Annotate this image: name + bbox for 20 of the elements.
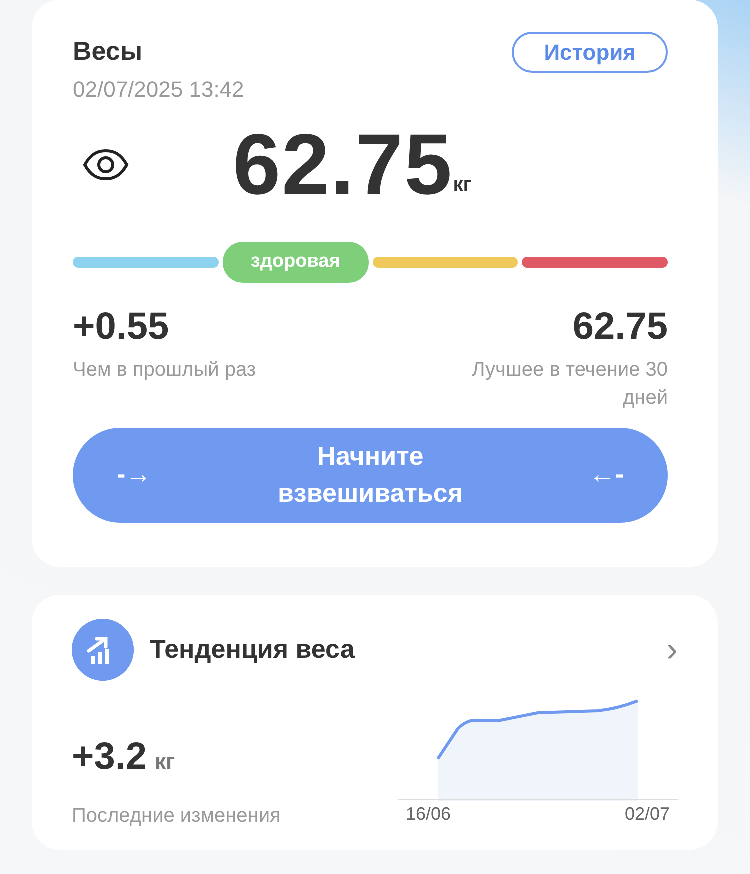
change-caption: Чем в прошлый раз bbox=[73, 358, 256, 382]
trend-value: +3.2 bbox=[72, 734, 148, 780]
weight-value: 62.75 bbox=[233, 122, 454, 208]
history-button[interactable]: История bbox=[512, 32, 668, 73]
weight-unit: кг bbox=[453, 173, 472, 198]
best-value: 62.75 bbox=[572, 304, 668, 350]
trend-caption: Последние изменения bbox=[72, 804, 281, 829]
card-title: Весы bbox=[73, 35, 143, 68]
datetime: 02/07/2025 13:42 bbox=[73, 76, 246, 104]
trend-icon bbox=[72, 618, 134, 681]
eye-icon[interactable] bbox=[83, 149, 129, 181]
best-caption: Лучшее в течение 30 дней bbox=[471, 358, 668, 410]
x-axis-label: 16/06 bbox=[406, 802, 452, 826]
x-axis-label: 02/07 bbox=[624, 802, 670, 826]
range-label: здоровая bbox=[222, 242, 368, 282]
chevron-icon[interactable]: › bbox=[666, 632, 678, 667]
trend-unit: кг bbox=[155, 748, 176, 776]
start-weighing-button[interactable]: -→ Начните взвешиваться ←- bbox=[73, 428, 668, 523]
change-value: +0.55 bbox=[73, 304, 170, 350]
trend-title: Тенденция веса bbox=[150, 633, 356, 666]
